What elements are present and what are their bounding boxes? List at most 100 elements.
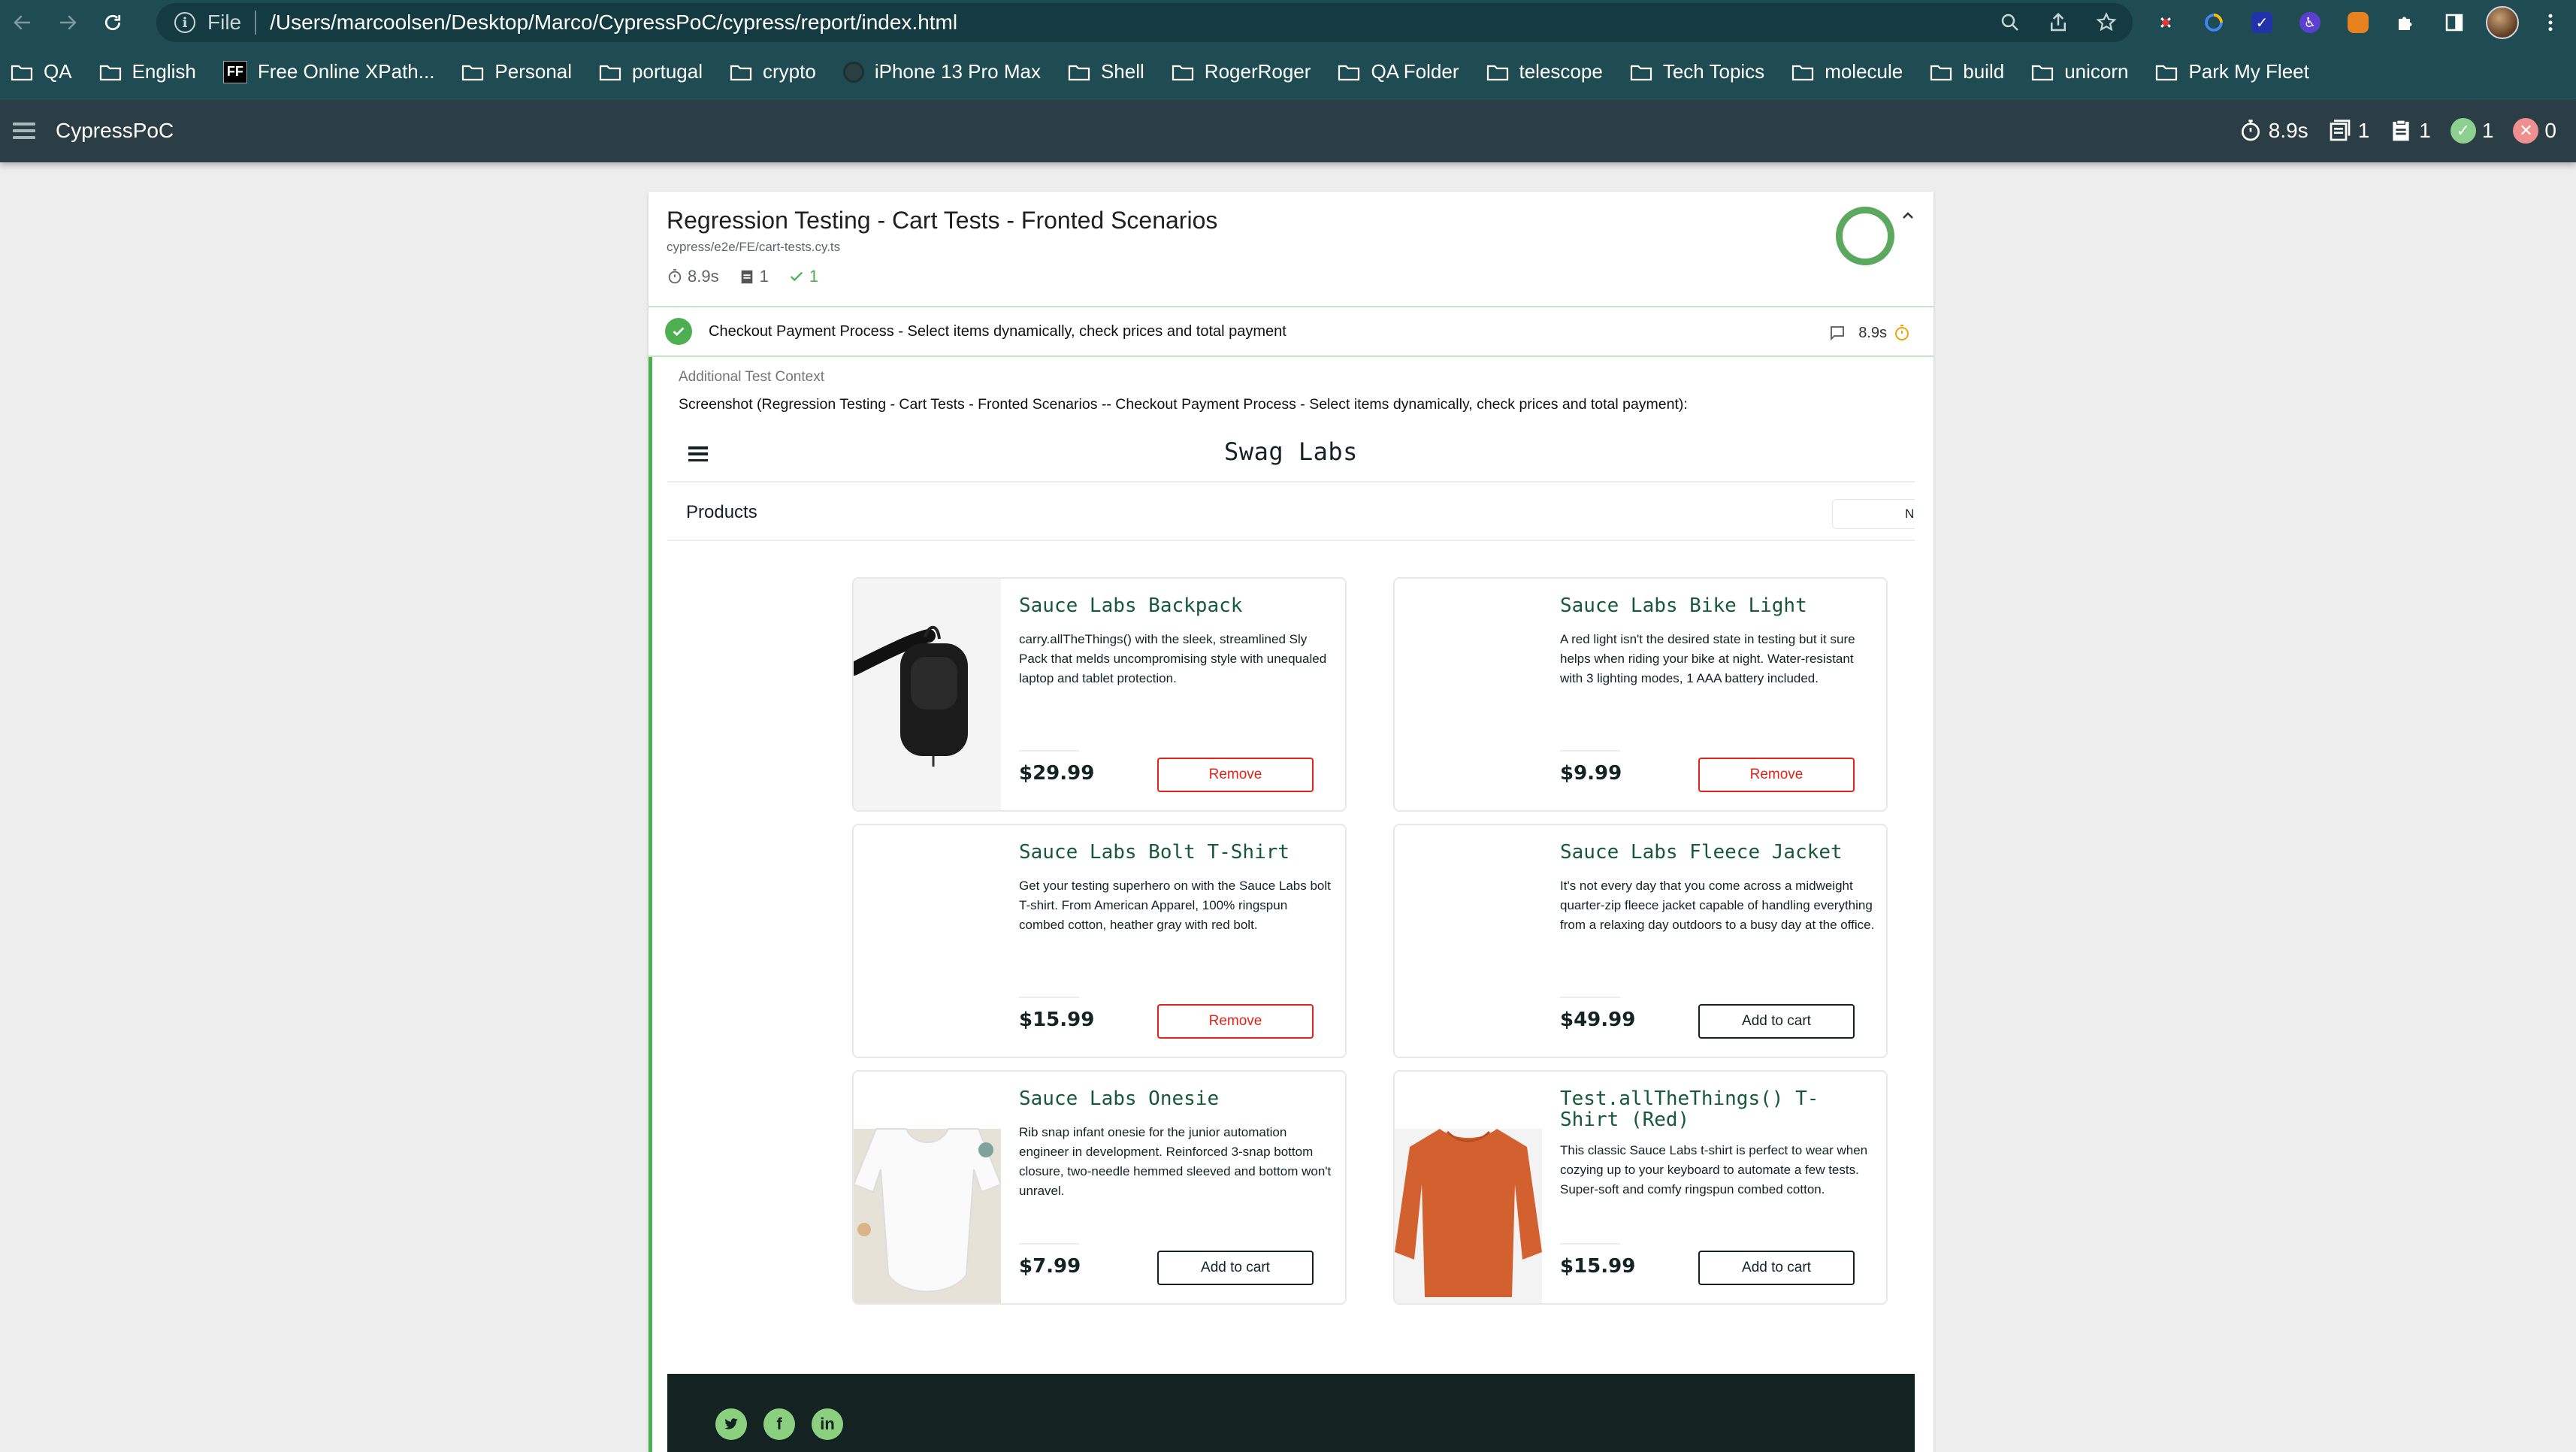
bolt-tshirt-image — [854, 825, 1001, 1057]
extensions-puzzle-icon[interactable] — [2390, 6, 2423, 39]
inventory-item: Test.allTheThings() T-Shirt (Red) This c… — [1393, 1070, 1888, 1305]
item-name: Sauce Labs Onesie — [1019, 1087, 1220, 1110]
red-tshirt-image — [1395, 1072, 1542, 1303]
bookmark-item[interactable]: English — [99, 60, 196, 83]
bookmark-item[interactable]: Tech Topics — [1630, 60, 1764, 83]
stat-failed[interactable]: ✕ 0 — [2513, 118, 2556, 144]
item-price: $49.99 — [1560, 997, 1636, 1031]
swag-header: Swag Labs — [667, 425, 1915, 482]
extension-google-icon[interactable] — [2197, 6, 2230, 39]
chevron-up-icon[interactable] — [1899, 207, 1917, 225]
forward-button[interactable] — [45, 0, 90, 45]
bookmark-label: build — [1963, 60, 2005, 83]
stat-passed-value: 1 — [2481, 119, 2494, 142]
bookmark-item[interactable]: Personal — [461, 60, 572, 83]
bookmark-label: Tech Topics — [1662, 60, 1765, 83]
comment-icon[interactable] — [1828, 324, 1846, 342]
bookmark-item[interactable]: telescope — [1486, 60, 1603, 83]
bookmark-label: telescope — [1519, 60, 1603, 83]
profile-avatar[interactable] — [2486, 6, 2519, 39]
folder-icon — [730, 63, 763, 81]
info-icon[interactable]: i — [174, 12, 195, 33]
zoom-icon[interactable] — [1999, 11, 2021, 34]
passed-check-icon: ✓ — [2450, 118, 2476, 144]
context-title: Additional Test Context — [679, 369, 824, 385]
test-duration: 8.9s — [1858, 324, 1887, 341]
address-bar[interactable]: i File /Users/marcoolsen/Desktop/Marco/C… — [156, 3, 2133, 42]
stat-tests[interactable]: 1 — [2389, 119, 2431, 143]
bookmark-item[interactable]: molecule — [1791, 60, 1903, 83]
bookmarks-bar: QA English FF Free Online XPath... Personal p… — [0, 45, 2576, 99]
bookmark-item[interactable]: portugal — [599, 60, 703, 83]
nav-menu-button[interactable] — [0, 99, 48, 162]
bike-light-image — [1395, 579, 1542, 810]
remove-button: Remove — [1157, 758, 1314, 792]
test-row[interactable]: Checkout Payment Process - Select items … — [649, 306, 1934, 357]
facebook-icon: f — [763, 1408, 795, 1440]
bookmark-item[interactable]: QA Folder — [1338, 60, 1459, 83]
bookmark-label: molecule — [1825, 60, 1903, 83]
add-to-cart-button: Add to cart — [1698, 1251, 1855, 1285]
suites-icon — [2330, 119, 2351, 141]
bookmark-item[interactable]: QA — [11, 60, 72, 83]
stat-suites[interactable]: 1 — [2328, 119, 2370, 143]
share-icon[interactable] — [2047, 11, 2070, 34]
failed-x-icon: ✕ — [2513, 118, 2539, 144]
extension-check-icon[interactable]: ✓ — [2245, 6, 2278, 39]
bookmark-item[interactable]: unicorn — [2031, 60, 2128, 83]
suite-passed-value: 1 — [809, 267, 819, 286]
browser-toolbar: i File /Users/marcoolsen/Desktop/Marco/C… — [0, 0, 2576, 45]
folder-icon — [1068, 63, 1101, 81]
folder-icon — [1930, 63, 1963, 81]
stat-passed[interactable]: ✓ 1 — [2450, 118, 2494, 144]
extension-metamask-icon[interactable] — [2342, 6, 2375, 39]
url-text[interactable]: /Users/marcoolsen/Desktop/Marco/CypressP… — [270, 11, 957, 35]
ff-icon: FF — [222, 60, 247, 83]
remove-button: Remove — [1157, 1004, 1314, 1039]
context-text: Screenshot (Regression Testing - Cart Te… — [679, 396, 1688, 413]
tests-icon — [741, 270, 752, 284]
reload-button[interactable] — [90, 0, 135, 45]
back-button[interactable] — [0, 0, 45, 45]
test-screenshot[interactable]: Swag Labs Products Na Sauce Labs Backpac… — [667, 425, 1915, 1452]
hamburger-icon — [13, 123, 35, 139]
arrow-left-icon — [14, 15, 30, 30]
bookmark-item[interactable]: RogerRoger — [1172, 60, 1311, 83]
bookmark-label: English — [132, 60, 196, 83]
bookmark-label: RogerRoger — [1204, 60, 1311, 83]
bookmark-item[interactable]: FF Free Online XPath... — [222, 60, 434, 83]
globe-icon — [842, 61, 864, 83]
linkedin-icon: in — [812, 1408, 843, 1440]
bookmark-item[interactable]: iPhone 13 Pro Max — [842, 60, 1041, 83]
check-icon — [790, 271, 803, 282]
bookmark-label: Personal — [494, 60, 573, 83]
bookmark-item[interactable]: Park My Fleet — [2155, 60, 2309, 83]
side-panel-icon[interactable] — [2438, 6, 2471, 39]
extension-x-icon[interactable] — [2149, 6, 2182, 39]
bookmark-star-icon[interactable] — [2095, 11, 2118, 34]
url-separator — [255, 11, 257, 35]
item-description: This classic Sauce Labs t-shirt is perfe… — [1560, 1143, 1868, 1196]
add-to-cart-button: Add to cart — [1157, 1251, 1314, 1285]
folder-icon — [11, 63, 44, 81]
item-name: Sauce Labs Fleece Jacket — [1560, 841, 1843, 864]
pass-indicator-bar — [649, 306, 652, 1452]
onesie-image — [854, 1072, 1002, 1303]
chrome-menu-icon[interactable] — [2534, 6, 2567, 39]
timer-icon — [668, 268, 682, 284]
item-name: Sauce Labs Bike Light — [1560, 594, 1807, 617]
tests-icon — [2393, 119, 2409, 141]
stat-suites-value: 1 — [2357, 119, 2370, 142]
timer-warning-icon — [1895, 325, 1909, 340]
bookmark-item[interactable]: build — [1930, 60, 2004, 83]
stat-tests-value: 1 — [2419, 119, 2431, 142]
bookmark-item[interactable]: Shell — [1068, 60, 1144, 83]
bookmark-label: Shell — [1100, 60, 1144, 83]
suite-duration: 8.9s — [667, 267, 719, 286]
suite-tests: 1 — [739, 267, 769, 286]
suite-file-path: cypress/e2e/FE/cart-tests.cy.ts — [667, 240, 841, 254]
bookmark-item[interactable]: crypto — [730, 60, 816, 83]
timer-icon — [2241, 119, 2260, 141]
item-description: It's not every day that you come across … — [1560, 879, 1875, 932]
extension-accessibility-icon[interactable]: ♿ — [2293, 6, 2327, 39]
